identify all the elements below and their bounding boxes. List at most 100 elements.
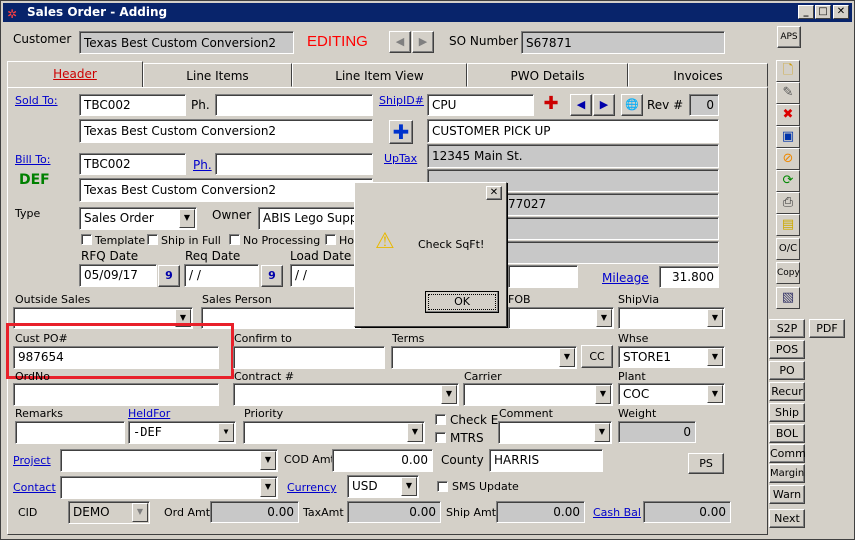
tab-header[interactable]: Header — [7, 61, 143, 88]
contact-link[interactable]: Contact — [13, 481, 56, 494]
minimize-button[interactable]: _ — [798, 5, 814, 19]
cod-amt-field[interactable]: 0.00 — [332, 449, 433, 472]
ship-via-dropdown-icon[interactable]: ▼ — [707, 309, 723, 327]
cash-bal-link[interactable]: Cash Bal — [593, 506, 641, 519]
held-for-dropdown-icon[interactable]: ▼ — [218, 423, 234, 442]
prev-record-button[interactable]: ◀ — [389, 31, 411, 53]
plant-dropdown-icon[interactable]: ▼ — [707, 385, 723, 403]
oc-button[interactable]: O/C — [776, 238, 800, 260]
uptax-link[interactable]: UpTax — [384, 152, 417, 165]
rfq-calendar-icon[interactable]: 9 — [158, 265, 180, 287]
county-field[interactable]: HARRIS — [489, 449, 603, 472]
ship-name[interactable]: CUSTOMER PICK UP — [427, 119, 719, 143]
copy-button[interactable]: Copy — [776, 262, 800, 284]
save-icon[interactable]: ▣ — [776, 126, 800, 148]
bill-to-phone[interactable] — [215, 153, 373, 175]
pos-button[interactable]: POS — [769, 340, 805, 359]
currency-select[interactable]: USD ▼ — [347, 475, 419, 498]
tab-invoices[interactable]: Invoices — [628, 63, 768, 87]
warn-button[interactable]: Warn — [769, 485, 805, 504]
ship-id-link[interactable]: ShipID# — [379, 94, 424, 107]
rfq-date-field[interactable]: 05/09/17 — [79, 264, 157, 287]
mtrs-checkbox[interactable] — [435, 432, 446, 443]
aps-button[interactable]: APS — [777, 26, 801, 48]
no-processing-checkbox[interactable] — [229, 234, 240, 245]
contact-select[interactable]: ▼ — [60, 476, 278, 499]
template-checkbox[interactable] — [81, 234, 92, 245]
terms-select[interactable]: ▼ — [391, 346, 577, 369]
held-for-link[interactable]: HeldFor — [128, 407, 170, 420]
next-button[interactable]: Next — [769, 509, 805, 528]
mileage-link[interactable]: Mileage — [602, 271, 649, 285]
bol-button[interactable]: BOL — [769, 424, 805, 443]
add-button[interactable]: ✚ — [389, 120, 413, 144]
contact-dropdown-icon[interactable]: ▼ — [260, 478, 276, 497]
margin-button[interactable]: Margin — [769, 464, 805, 483]
tab-line-items[interactable]: Line Items — [143, 63, 292, 87]
ship-via-select[interactable]: ▼ — [618, 307, 725, 329]
contract-dropdown-icon[interactable]: ▼ — [441, 385, 457, 404]
tab-line-item-view[interactable]: Line Item View — [292, 63, 467, 87]
pdf-button[interactable]: PDF — [809, 319, 845, 338]
remarks-field[interactable] — [15, 421, 125, 444]
ordno-field[interactable] — [13, 383, 219, 406]
sold-to-phone[interactable] — [215, 94, 373, 116]
bill-to-ph-link[interactable]: Ph. — [193, 158, 212, 172]
carrier-select[interactable]: ▼ — [463, 383, 613, 406]
priority-select[interactable]: ▼ — [243, 421, 425, 444]
project-select[interactable]: ▼ — [60, 449, 278, 472]
ship-id-field[interactable]: CPU — [427, 94, 534, 116]
project-link[interactable]: Project — [13, 454, 51, 467]
bill-to-code[interactable]: TBC002 — [79, 153, 186, 175]
contract-select[interactable]: ▼ — [233, 383, 459, 406]
req-date-field[interactable]: / / — [184, 264, 259, 287]
cid-select[interactable]: DEMO ▼ — [68, 501, 150, 524]
edit-icon[interactable]: ✎ — [776, 82, 800, 104]
comment-dropdown-icon[interactable]: ▼ — [594, 423, 610, 442]
misc-field[interactable] — [508, 265, 578, 288]
owner-field[interactable]: ABIS Lego Supp — [258, 207, 355, 230]
sms-checkbox[interactable] — [437, 481, 448, 492]
load-date-field[interactable]: / / — [290, 264, 355, 287]
ship-button[interactable]: Ship — [769, 403, 805, 422]
new-document-icon[interactable]: 🗋 — [776, 60, 800, 82]
carrier-dropdown-icon[interactable]: ▼ — [595, 385, 611, 404]
ship-full-checkbox[interactable] — [147, 234, 158, 245]
maximize-button[interactable]: □ — [815, 5, 831, 19]
note-icon[interactable]: ▤ — [776, 214, 800, 236]
sold-to-link[interactable]: Sold To: — [15, 94, 58, 107]
close-button[interactable]: ✕ — [833, 5, 849, 19]
s2p-button[interactable]: S2P — [769, 319, 805, 338]
image-icon[interactable]: ▧ — [776, 287, 800, 309]
print-icon[interactable]: ⎙ — [776, 192, 800, 214]
cid-dropdown-icon[interactable]: ▼ — [132, 503, 148, 522]
currency-dropdown-icon[interactable]: ▼ — [401, 477, 417, 496]
sold-to-name[interactable]: Texas Best Custom Conversion2 — [79, 119, 373, 143]
sold-to-code[interactable]: TBC002 — [79, 94, 186, 116]
project-dropdown-icon[interactable]: ▼ — [260, 451, 276, 470]
comm-button[interactable]: Comm — [769, 444, 806, 463]
fob-dropdown-icon[interactable]: ▼ — [596, 309, 612, 327]
held-for-select[interactable]: -DEF ▼ — [128, 421, 236, 444]
next-record-button[interactable]: ▶ — [412, 31, 434, 53]
po-button[interactable]: PO — [769, 361, 805, 380]
ps-button[interactable]: PS — [688, 453, 724, 474]
cc-button[interactable]: CC — [581, 345, 613, 368]
check-e-checkbox[interactable] — [435, 414, 446, 425]
currency-link[interactable]: Currency — [287, 481, 337, 494]
fob-select[interactable]: ▼ — [508, 307, 614, 329]
ship-prev-button[interactable]: ◀ — [570, 94, 592, 116]
req-calendar-icon[interactable]: 9 — [261, 265, 283, 287]
confirm-to-field[interactable] — [233, 346, 385, 369]
recur-button[interactable]: Recur — [769, 382, 805, 401]
add-ship-button[interactable]: ✚ — [540, 94, 562, 116]
whse-dropdown-icon[interactable]: ▼ — [707, 348, 723, 366]
globe-icon[interactable]: 🌐 — [621, 94, 643, 116]
dialog-close-button[interactable]: ✕ — [486, 186, 502, 200]
bill-to-link[interactable]: Bill To: — [15, 153, 51, 166]
plant-select[interactable]: COC ▼ — [618, 383, 725, 405]
mileage-field[interactable]: 31.800 — [659, 266, 719, 288]
refresh-icon[interactable]: ⟳ — [776, 170, 800, 192]
tab-pwo-details[interactable]: PWO Details — [467, 63, 628, 87]
hold-checkbox[interactable] — [325, 234, 336, 245]
